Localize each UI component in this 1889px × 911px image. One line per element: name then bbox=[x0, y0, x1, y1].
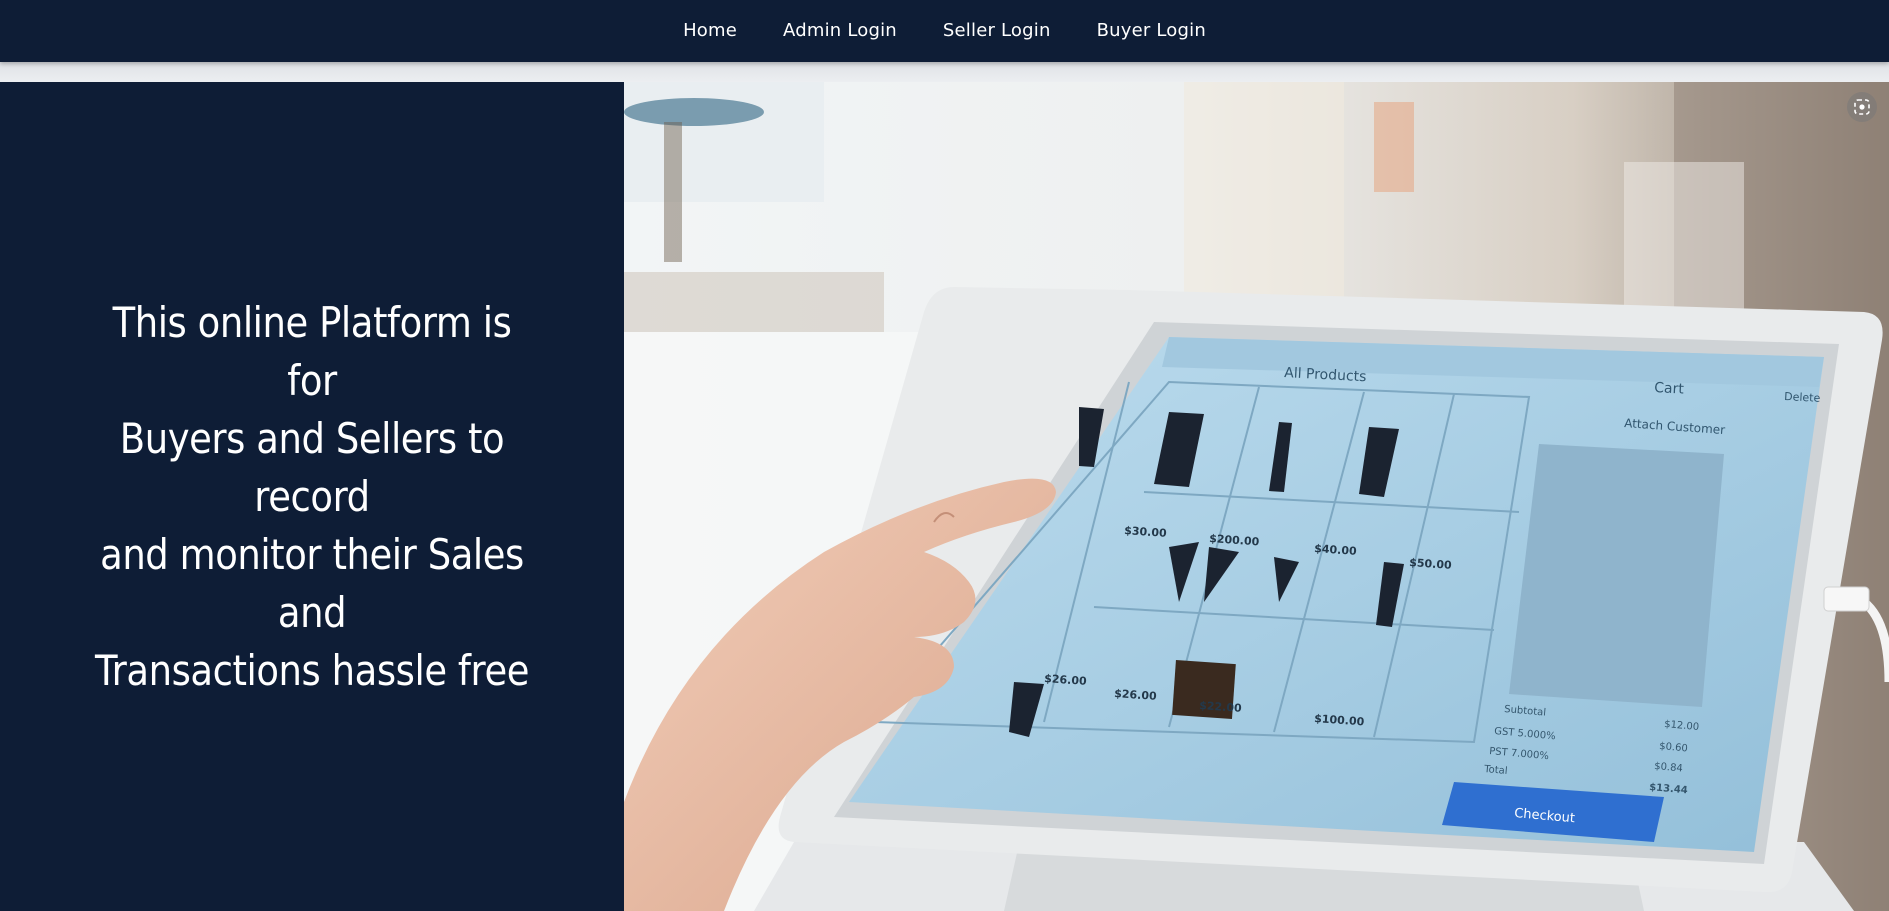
pos-delete-label: Delete bbox=[1784, 390, 1821, 405]
top-navbar: Home Admin Login Seller Login Buyer Logi… bbox=[0, 0, 1889, 62]
nav-home-link[interactable]: Home bbox=[660, 0, 760, 62]
nav-buyer-login-link[interactable]: Buyer Login bbox=[1074, 0, 1229, 62]
hero-tagline-line: Buyers and Sellers to record bbox=[119, 413, 505, 521]
hero-pos-photo: All Products Cart Delete Attach Customer bbox=[624, 82, 1889, 911]
hero-tagline: This online Platform is for Buyers and S… bbox=[83, 294, 541, 700]
image-search-lens-button[interactable] bbox=[1847, 92, 1877, 122]
hero-text-panel: This online Platform is for Buyers and S… bbox=[0, 82, 624, 911]
nav-divider-band bbox=[0, 62, 1889, 82]
nav-admin-login-link[interactable]: Admin Login bbox=[760, 0, 920, 62]
hero-tagline-line: and monitor their Sales and bbox=[100, 529, 524, 637]
hero-tagline-line: This online Platform is for bbox=[112, 297, 512, 405]
lens-icon bbox=[1854, 99, 1870, 115]
pos-terminal-illustration: All Products Cart Delete Attach Customer bbox=[624, 82, 1889, 911]
hero-tagline-line: Transactions hassle free bbox=[94, 645, 530, 695]
nav-seller-login-link[interactable]: Seller Login bbox=[920, 0, 1074, 62]
pos-cart-title: Cart bbox=[1654, 380, 1685, 398]
summary-label: Total bbox=[1483, 764, 1508, 777]
